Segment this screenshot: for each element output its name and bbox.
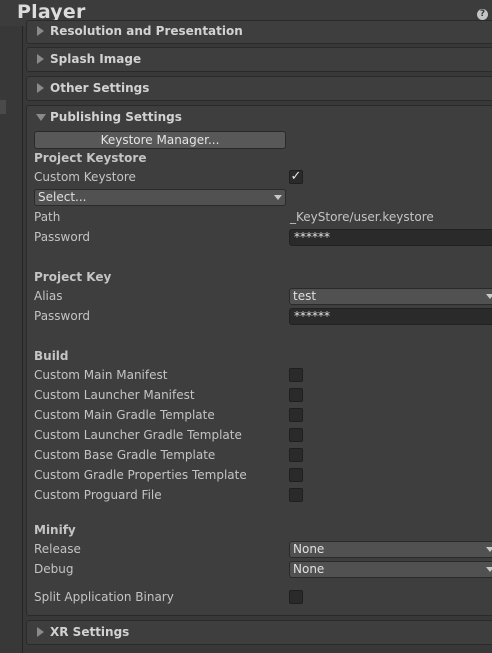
release-value: None	[293, 542, 325, 556]
build-heading: Build	[34, 349, 69, 363]
split-binary-label: Split Application Binary	[34, 590, 174, 604]
panel-divider	[22, 0, 23, 653]
split-binary-checkbox[interactable]	[289, 590, 303, 604]
debug-label: Debug	[34, 562, 74, 576]
triangle-right-icon	[37, 26, 44, 36]
build-item-label: Custom Launcher Manifest	[34, 388, 195, 402]
chevron-down-icon	[486, 567, 492, 572]
build-item-label: Custom Launcher Gradle Template	[34, 428, 242, 442]
debug-dropdown[interactable]: None	[289, 561, 492, 578]
keystore-manager-button[interactable]: Keystore Manager...	[34, 131, 286, 149]
triangle-down-icon[interactable]	[36, 114, 46, 121]
alias-dropdown[interactable]: test	[289, 288, 492, 305]
build-item-label: Custom Base Gradle Template	[34, 448, 216, 462]
section-publishing-label[interactable]: Publishing Settings	[50, 110, 182, 124]
keystore-password-label: Password	[34, 230, 91, 244]
release-label: Release	[34, 542, 81, 556]
project-keystore-heading: Project Keystore	[34, 151, 147, 165]
keystore-password-value: ******	[294, 230, 330, 244]
build-item-checkbox[interactable]	[289, 468, 303, 482]
left-panel-edge	[0, 0, 24, 653]
key-password-field[interactable]: ******	[289, 308, 492, 325]
key-password-label: Password	[34, 309, 91, 323]
build-item-checkbox[interactable]	[289, 408, 303, 422]
build-item-label: Custom Main Gradle Template	[34, 408, 215, 422]
path-label: Path	[34, 210, 61, 224]
keystore-password-field[interactable]: ******	[289, 229, 492, 246]
build-item-checkbox[interactable]	[289, 388, 303, 402]
alias-label: Alias	[34, 289, 63, 303]
release-dropdown[interactable]: None	[289, 541, 492, 558]
left-panel-marker	[0, 100, 6, 114]
path-value: _KeyStore/user.keystore	[290, 210, 434, 224]
custom-keystore-checkbox[interactable]: ✓	[289, 170, 303, 184]
section-other-label: Other Settings	[50, 81, 150, 95]
build-item-checkbox[interactable]	[289, 448, 303, 462]
alias-value: test	[293, 289, 317, 303]
help-icon[interactable]: ?	[477, 9, 488, 20]
keystore-select-dropdown[interactable]: Select...	[34, 189, 286, 206]
project-key-heading: Project Key	[34, 270, 112, 284]
key-password-value: ******	[294, 309, 330, 323]
minify-heading: Minify	[34, 523, 76, 537]
triangle-right-icon	[37, 83, 44, 93]
triangle-right-icon	[37, 627, 44, 637]
build-item-checkbox[interactable]	[289, 428, 303, 442]
triangle-right-icon	[37, 54, 44, 64]
chevron-down-icon	[486, 547, 492, 552]
debug-value: None	[293, 562, 325, 576]
build-item-label: Custom Gradle Properties Template	[34, 468, 247, 482]
chevron-down-icon	[486, 294, 492, 299]
keystore-select-value: Select...	[38, 190, 87, 204]
build-item-checkbox[interactable]	[289, 488, 303, 502]
checkmark-icon: ✓	[290, 169, 302, 184]
chevron-down-icon	[274, 195, 282, 200]
section-xr-label: XR Settings	[50, 625, 130, 639]
section-splash-label: Splash Image	[50, 52, 142, 66]
custom-keystore-label: Custom Keystore	[34, 170, 136, 184]
build-item-label: Custom Main Manifest	[34, 368, 168, 382]
build-item-checkbox[interactable]	[289, 368, 303, 382]
section-resolution-label: Resolution and Presentation	[50, 24, 243, 38]
build-item-label: Custom Proguard File	[34, 488, 162, 502]
